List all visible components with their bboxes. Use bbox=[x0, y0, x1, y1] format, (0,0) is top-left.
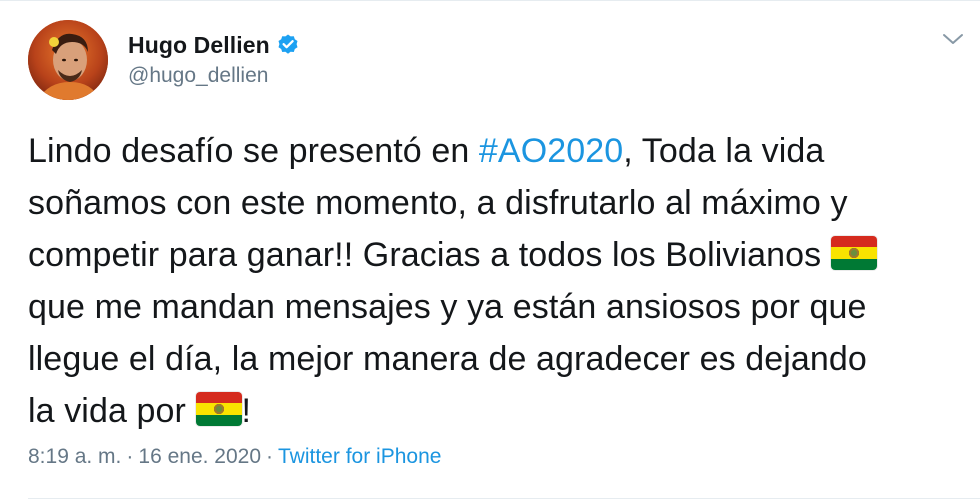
tweet-line-3: competir para ganar!! Gracias a todos lo… bbox=[28, 229, 963, 281]
tweet-line-1: Lindo desafío se presentó en #AO2020, To… bbox=[28, 125, 963, 177]
tweet-text: Lindo desafío se presentó en #AO2020, To… bbox=[28, 125, 963, 437]
bottom-divider bbox=[28, 498, 980, 499]
tweet-text-segment: la vida por bbox=[28, 392, 196, 430]
display-name[interactable]: Hugo Dellien bbox=[128, 32, 270, 59]
hashtag-link[interactable]: #AO2020 bbox=[479, 132, 623, 170]
tweet-line-4: que me mandan mensajes y ya están ansios… bbox=[28, 288, 867, 326]
source-link[interactable]: Twitter for iPhone bbox=[278, 445, 441, 468]
tweet-line-2: soñamos con este momento, a disfrutarlo … bbox=[28, 184, 848, 222]
user-handle[interactable]: @hugo_dellien bbox=[128, 64, 300, 88]
bolivia-flag-icon bbox=[830, 236, 877, 270]
meta-separator: · bbox=[126, 445, 134, 468]
tweet-text-segment: Lindo desafío se presentó en bbox=[28, 132, 479, 170]
avatar[interactable] bbox=[28, 20, 108, 100]
verified-badge-icon bbox=[276, 33, 300, 57]
tweet-text-segment: competir para ganar!! Gracias a todos lo… bbox=[28, 236, 831, 274]
bolivia-flag-icon bbox=[195, 392, 242, 426]
tweet-meta: 8:19 a. m. · 16 ene. 2020 · Twitter for iPho… bbox=[28, 445, 441, 469]
tweet-line-5: llegue el día, la mejor manera de agrade… bbox=[28, 340, 867, 378]
name-row: Hugo Dellien bbox=[128, 30, 300, 60]
meta-separator: · bbox=[266, 445, 274, 468]
tweet-text-segment: ! bbox=[241, 392, 252, 430]
avatar-image bbox=[28, 20, 108, 100]
tweet-text-segment: , Toda la vida bbox=[623, 132, 825, 170]
tweet-time[interactable]: 8:19 a. m. bbox=[28, 445, 121, 468]
top-divider bbox=[0, 0, 980, 1]
tweet-line-6: la vida por ! bbox=[28, 385, 963, 437]
author-block: Hugo Dellien @hugo_dellien bbox=[128, 30, 300, 88]
tweet-date[interactable]: 16 ene. 2020 bbox=[138, 445, 261, 468]
chevron-down-icon[interactable] bbox=[940, 30, 966, 48]
tweet-card: Hugo Dellien @hugo_dellien Lindo desafío… bbox=[0, 0, 980, 504]
